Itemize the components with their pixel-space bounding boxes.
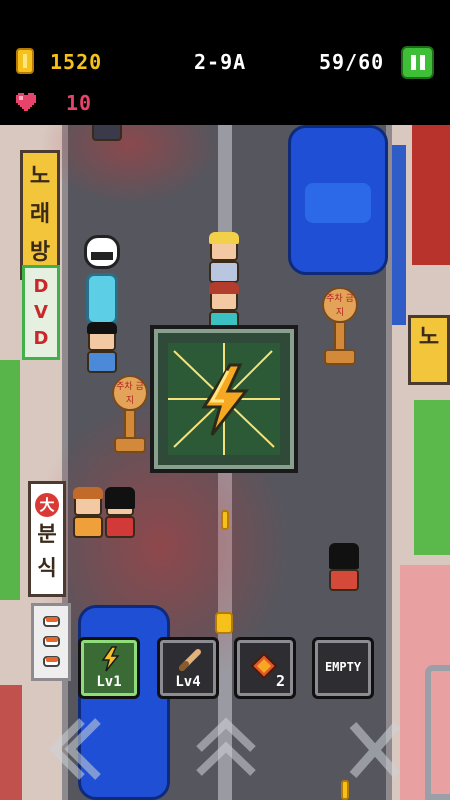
progress-counter: 59/60 — [319, 50, 385, 74]
pause-button[interactable] — [401, 46, 434, 79]
inventory-slot-lightning[interactable]: Lv1 — [78, 637, 140, 699]
bat-icon — [179, 649, 201, 671]
slot-empty-label: EMPTY — [324, 660, 362, 674]
no-parking-cone: 주차 금지 — [112, 375, 148, 465]
sign-char: V — [34, 301, 48, 323]
heart-icon — [16, 93, 36, 111]
sign-char: 분 — [37, 522, 57, 546]
double-chevron-up-icon[interactable] — [193, 715, 259, 785]
red-glow-top — [40, 125, 220, 205]
pedestrian — [89, 125, 125, 175]
couple-woman — [102, 487, 138, 546]
hud-bar: 1520 2-9A 59/60 10 — [0, 0, 450, 125]
right-pipe — [425, 665, 450, 800]
inventory-slot-bat[interactable]: Lv4 — [157, 637, 219, 699]
coin-count: 1520 — [50, 50, 103, 74]
bunsik-logo: 大 — [35, 493, 59, 517]
right-hedge — [414, 400, 450, 555]
sushi-sign — [31, 603, 71, 681]
road-coin-large — [215, 612, 233, 634]
game-scene: 노 래 방 D V D 大 분 식 노 주차 금지 주차 금지 — [0, 125, 450, 800]
road-coin — [221, 510, 229, 530]
lightning-bolt-icon — [168, 343, 280, 455]
dvd-sign: D V D — [22, 265, 60, 360]
slot-level-label: Lv1 — [96, 674, 122, 690]
sign-char: D — [33, 275, 49, 297]
sushi-icon — [43, 656, 60, 667]
sign-char: D — [33, 327, 49, 349]
no-parking-cone: 주차 금지 — [322, 287, 358, 377]
sushi-icon — [43, 616, 60, 627]
player-character — [326, 543, 362, 599]
right-building-red — [412, 125, 450, 265]
lives-count: 10 — [66, 91, 93, 115]
karaoke-sign: 노 래 방 — [20, 150, 60, 280]
pause-icon-bar — [420, 55, 425, 70]
bunsik-sign: 大 분 식 — [28, 481, 66, 597]
left-building-red — [0, 685, 22, 800]
game-screen: 1520 2-9A 59/60 10 노 래 방 D V D 大 분 식 노 주… — [0, 0, 450, 800]
sushi-icon — [43, 636, 60, 647]
x-icon[interactable] — [345, 715, 405, 785]
pause-icon — [411, 55, 416, 70]
lightning-powerup[interactable] — [150, 325, 298, 473]
inventory-slot-gem[interactable]: 2 — [234, 637, 296, 699]
right-shop-sign: 노 — [408, 315, 450, 385]
scooter-rider — [80, 235, 124, 330]
slot-item-count: 2 — [275, 672, 285, 690]
double-chevron-left-icon[interactable] — [42, 715, 102, 785]
no-parking-label: 주차 금지 — [322, 287, 358, 323]
coin-icon — [16, 48, 34, 74]
lightning-icon — [101, 646, 120, 672]
sign-char: 래 — [29, 202, 51, 227]
right-building-blue-sign — [392, 145, 406, 325]
gem-icon — [250, 652, 278, 680]
sign-char: 노 — [29, 164, 51, 189]
blue-car-top — [288, 125, 388, 275]
inventory-slot-empty[interactable]: EMPTY — [312, 637, 374, 699]
slot-level-label: Lv4 — [175, 674, 201, 690]
couple-man — [70, 487, 106, 546]
left-building-green — [0, 360, 20, 600]
thug — [84, 322, 120, 381]
stage-label: 2-9A — [194, 50, 247, 74]
sign-char: 식 — [37, 556, 57, 580]
